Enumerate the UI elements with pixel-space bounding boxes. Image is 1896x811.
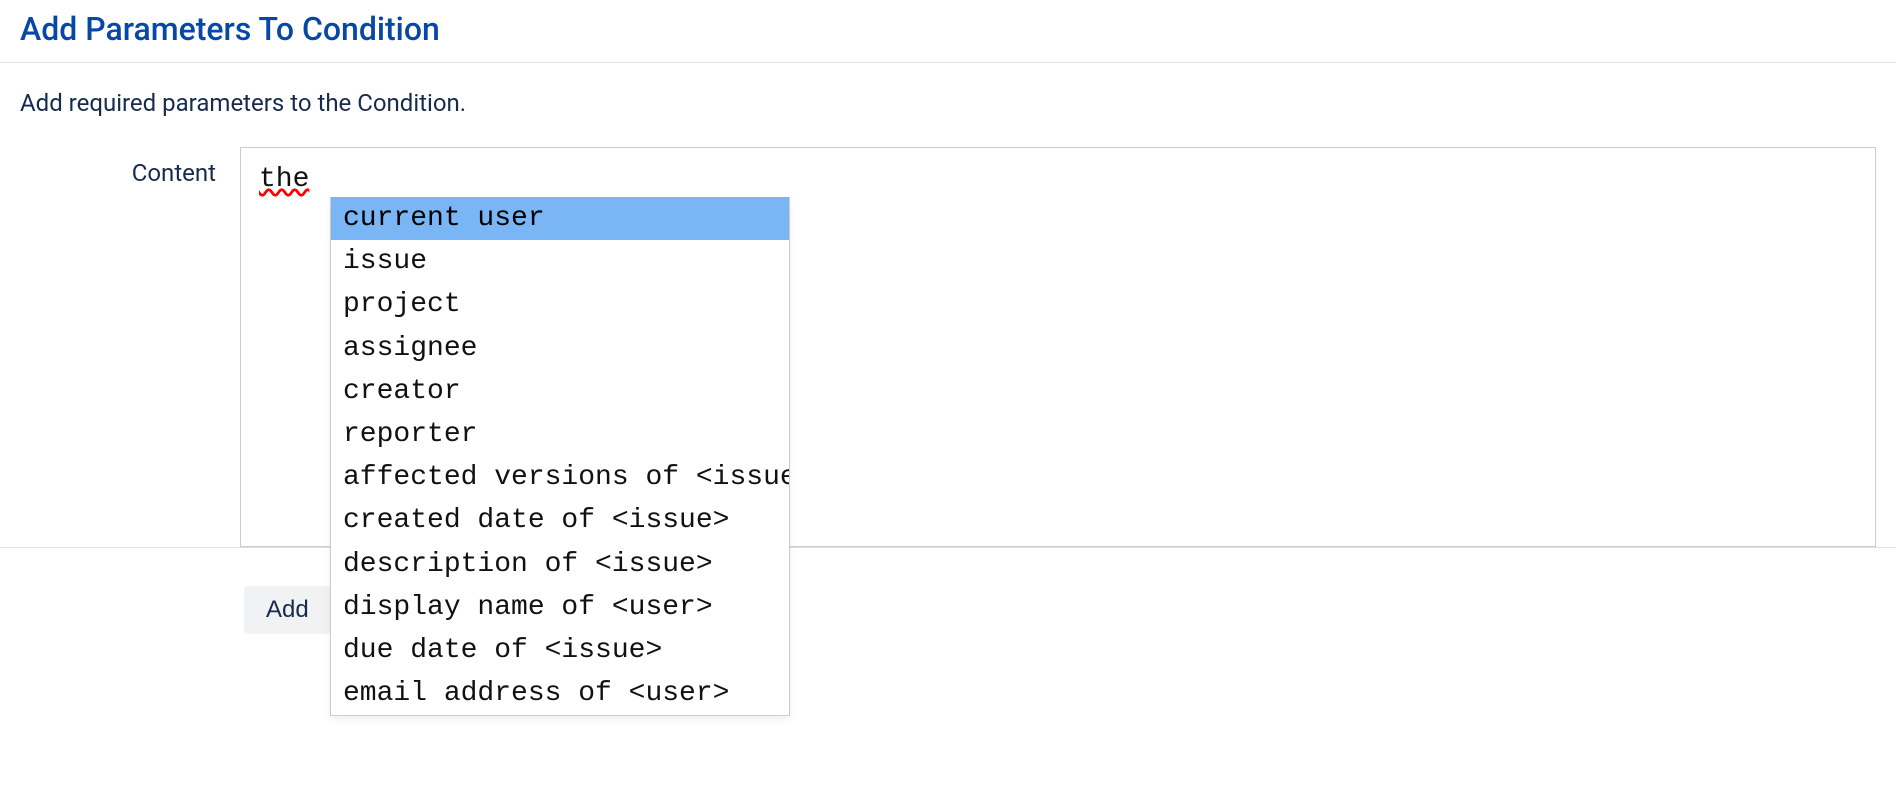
add-button[interactable]: Add — [244, 586, 331, 634]
autocomplete-item[interactable]: creator — [331, 370, 789, 413]
content-row: Content the current userissueprojectassi… — [0, 147, 1896, 547]
page-description: Add required parameters to the Condition… — [0, 63, 1896, 147]
autocomplete-item[interactable]: issue — [331, 240, 789, 283]
autocomplete-item[interactable]: due date of <issue> — [331, 629, 789, 672]
autocomplete-item[interactable]: email address of <user> — [331, 672, 789, 715]
content-wrapper: the current userissueprojectassigneecrea… — [240, 147, 1876, 547]
autocomplete-item[interactable]: created date of <issue> — [331, 499, 789, 542]
autocomplete-item[interactable]: reporter — [331, 413, 789, 456]
autocomplete-item[interactable]: display name of <user> — [331, 586, 789, 629]
page-title: Add Parameters To Condition — [0, 0, 1896, 63]
autocomplete-item[interactable]: current user — [331, 197, 789, 240]
autocomplete-item[interactable]: affected versions of <issue> — [331, 456, 789, 499]
autocomplete-item[interactable]: project — [331, 283, 789, 326]
autocomplete-item[interactable]: assignee — [331, 327, 789, 370]
autocomplete-popup: current userissueprojectassigneecreatorr… — [330, 197, 790, 716]
content-text-value: the — [259, 164, 309, 195]
button-row: Add — [0, 548, 1896, 634]
autocomplete-item[interactable]: description of <issue> — [331, 543, 789, 586]
content-label: Content — [20, 147, 240, 187]
